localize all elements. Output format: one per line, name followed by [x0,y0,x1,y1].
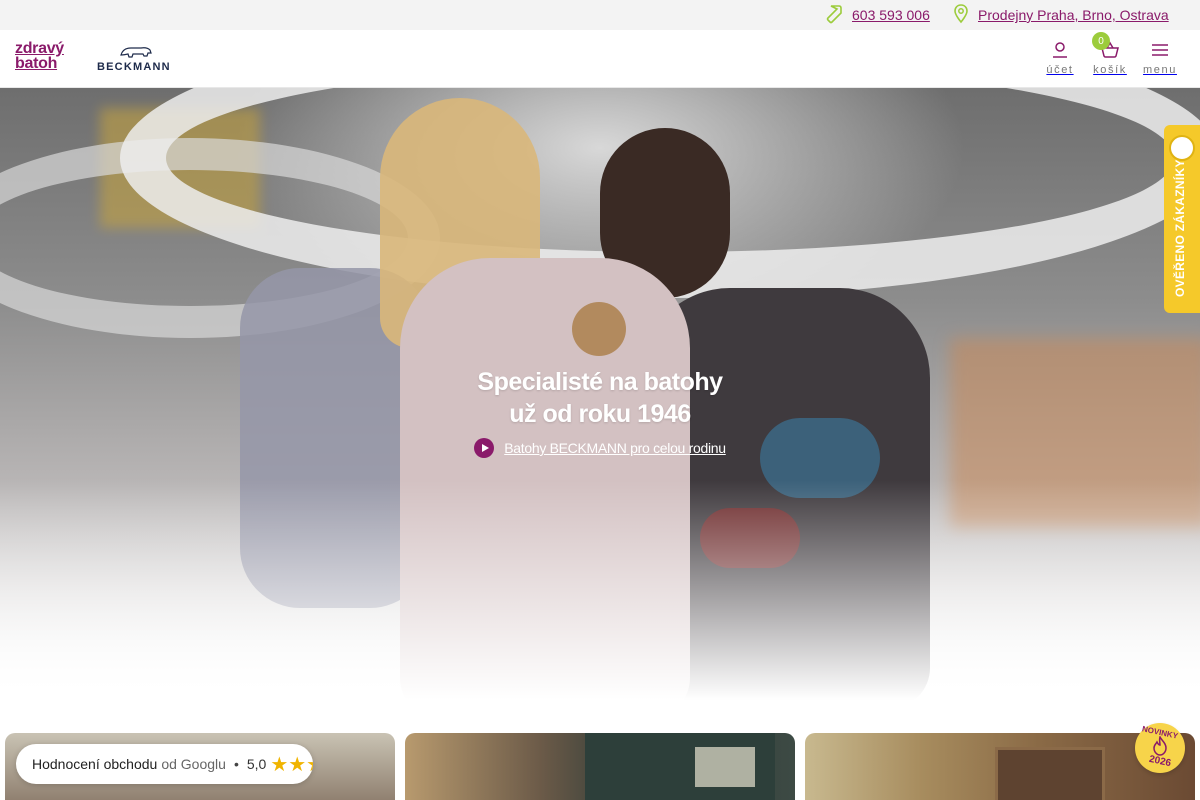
user-icon [1051,38,1069,62]
menu-label: menu [1143,64,1177,76]
beckmann-logo[interactable]: BECKMANN [97,43,173,73]
phone-contact[interactable]: 603 593 006 [826,0,930,30]
basket-icon: 0 [1092,32,1120,62]
logo-line2: batoh [15,55,58,72]
phone-link[interactable]: 603 593 006 [852,7,930,23]
flame-icon [1153,736,1167,756]
verified-badge-text: OVĚŘENO ZÁKAZNÍKY [1173,159,1187,297]
hamburger-icon [1151,38,1169,62]
account-label: účet [1046,64,1074,76]
cart-count-badge: 0 [1092,32,1110,50]
beckmann-logo-text: BECKMANN [97,61,171,73]
stores-contact[interactable]: Prodejny Praha, Brno, Ostrava [952,0,1169,30]
card-image-bookshelf [995,747,1105,800]
account-button[interactable]: účet [1035,38,1085,82]
rating-source: od Googlu [161,756,226,772]
hero-fade-overlay [0,480,1200,700]
hero-link-text: Batohy BECKMANN pro celou rodinu [504,440,726,456]
top-info-bar: 603 593 006 Prodejny Praha, Brno, Ostrav… [0,0,1200,30]
new-2026-badge[interactable]: NOVINKY 2026 [1135,723,1185,773]
google-rating-widget[interactable]: Hodnocení obchodu od Googlu • 5,0 ★★★★★ [16,744,313,784]
menu-button[interactable]: menu [1135,38,1185,82]
hero-banner: Specialisté na batohy už od roku 1946 Ba… [0,88,1200,700]
category-card-2[interactable] [405,733,795,800]
hero-title-line1: Specialisté na batohy [477,368,723,396]
play-icon [474,438,495,458]
backpack-logo-patch [572,302,626,356]
rating-label: Hodnocení obchodu [32,756,158,772]
rating-separator: • [233,756,239,772]
rating-score: 5,0 [246,756,267,772]
stores-link[interactable]: Prodejny Praha, Brno, Ostrava [978,7,1169,23]
card-image-poster [695,747,755,787]
rating-stars-icon: ★★★★★ [270,752,313,776]
cart-label: košík [1093,64,1127,76]
bear-icon [120,47,152,58]
hero-content: Specialisté na batohy už od roku 1946 Ba… [400,366,800,458]
verified-by-customers-badge[interactable]: OVĚŘENO ZÁKAZNÍKY [1164,125,1200,313]
logo-line1: zdravý [15,40,64,57]
site-header: zdravý batoh BECKMANN účet 0 košík menu [0,30,1200,88]
seal-icon [1169,135,1195,161]
cart-button[interactable]: 0 košík [1085,32,1135,82]
hero-title-line2: už od roku 1946 [509,400,691,428]
hero-video-link[interactable]: Batohy BECKMANN pro celou rodinu [474,438,726,458]
location-pin-icon [952,3,970,27]
zdravy-batoh-logo[interactable]: zdravý batoh [15,40,83,72]
hero-title: Specialisté na batohy už od roku 1946 [400,366,800,430]
phone-icon [826,4,844,27]
